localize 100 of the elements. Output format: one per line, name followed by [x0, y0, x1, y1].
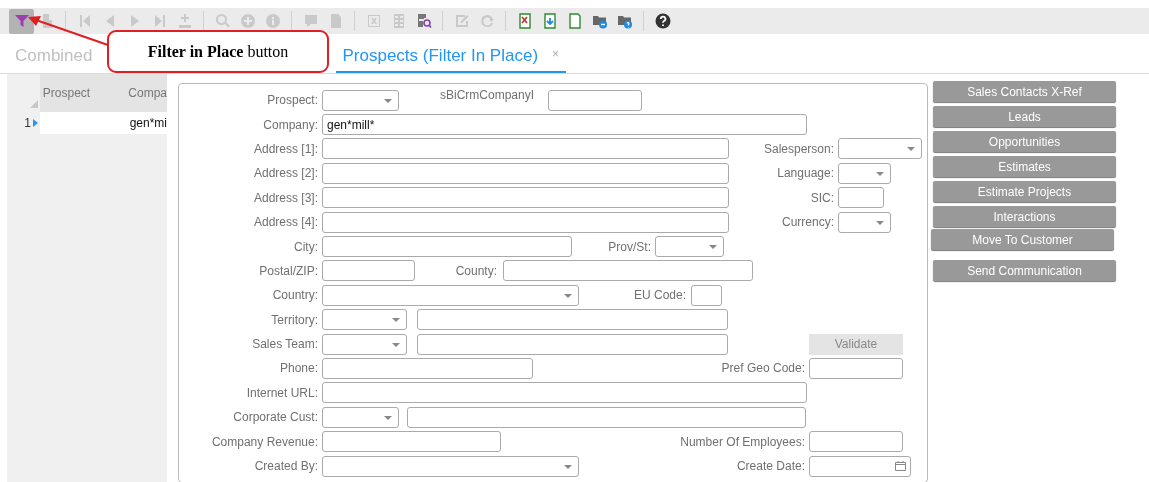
- column-header[interactable]: Prospect: [39, 74, 127, 112]
- input-field[interactable]: [322, 260, 415, 282]
- input-field[interactable]: [838, 187, 884, 209]
- input-field[interactable]: [322, 382, 807, 404]
- field-label: Sales Team:: [251, 337, 319, 352]
- input-field[interactable]: [548, 89, 642, 111]
- help-icon: [654, 13, 671, 29]
- input-field[interactable]: [417, 333, 728, 355]
- caret-icon: [564, 293, 572, 298]
- field-label: Prov/St:: [607, 239, 652, 254]
- insert-icon: [176, 13, 193, 29]
- input-field[interactable]: [417, 309, 728, 331]
- side-button[interactable]: Send Communication: [933, 260, 1116, 281]
- input-field[interactable]: [322, 211, 729, 233]
- input-field[interactable]: [407, 406, 806, 428]
- field-label: Language:: [776, 166, 835, 181]
- side-button[interactable]: Opportunities: [933, 131, 1116, 152]
- callout-text: Filter in Place button: [147, 42, 289, 61]
- caret-icon: [392, 318, 400, 323]
- field-label: Currency:: [781, 215, 835, 230]
- dropdown[interactable]: [838, 162, 891, 184]
- field-label: Internet URL:: [245, 385, 319, 400]
- dropdown[interactable]: [322, 333, 407, 355]
- calendar-icon: [895, 460, 906, 471]
- add-icon: [239, 13, 256, 29]
- field-label: Company:: [262, 117, 319, 132]
- field-label: Address [2]:: [252, 166, 319, 181]
- field-label: Created By:: [253, 459, 319, 474]
- field-label: Postal/ZIP:: [258, 263, 319, 278]
- dropdown[interactable]: [322, 284, 579, 306]
- row-number: 1: [24, 116, 31, 130]
- tab[interactable]: Combined: [8, 46, 100, 73]
- field-label: Salesperson:: [762, 141, 835, 156]
- caret-icon: [876, 171, 884, 176]
- refresh-icon: [478, 13, 495, 29]
- side-button[interactable]: Estimates: [933, 156, 1116, 177]
- input-field[interactable]: [322, 236, 572, 258]
- dropdown[interactable]: [322, 309, 407, 331]
- filter-button[interactable]: [9, 8, 34, 34]
- side-button[interactable]: Sales Contacts X-Ref: [933, 81, 1116, 102]
- input-field[interactable]: [322, 187, 729, 209]
- field-label: Number Of Employees:: [679, 434, 806, 449]
- caret-icon: [384, 98, 392, 103]
- input-field[interactable]: [322, 138, 729, 160]
- caret-icon: [876, 220, 884, 225]
- caret-icon: [907, 147, 915, 152]
- dropdown[interactable]: [322, 406, 399, 428]
- field-label: sBiCrmCompanyI: [440, 88, 536, 103]
- field-label: EU Code:: [632, 288, 687, 303]
- dropdown[interactable]: [655, 236, 724, 258]
- input-field[interactable]: [322, 358, 533, 379]
- field-label: Corporate Cust:: [232, 410, 319, 425]
- dropdown[interactable]: [838, 211, 891, 233]
- doc-down-icon: [541, 13, 558, 29]
- close-icon[interactable]: ×: [552, 47, 560, 61]
- dropdown[interactable]: [838, 138, 922, 160]
- column-header[interactable]: Compa: [126, 74, 167, 112]
- search-icon: [214, 13, 231, 29]
- edit-icon: [453, 13, 470, 29]
- excel-icon: [365, 13, 382, 29]
- folder-help-icon: [616, 13, 633, 29]
- dropdown[interactable]: [322, 455, 579, 477]
- field-label: Territory:: [270, 312, 319, 327]
- input-field[interactable]: [809, 358, 903, 379]
- input-field[interactable]: [322, 162, 729, 184]
- side-button[interactable]: Interactions: [933, 206, 1116, 227]
- note-icon: [302, 13, 319, 29]
- input-field[interactable]: [691, 284, 722, 306]
- field-label: Phone:: [278, 361, 319, 376]
- input-field[interactable]: [503, 260, 753, 282]
- info-icon: [264, 13, 281, 29]
- caret-icon: [709, 245, 717, 250]
- field-label: SIC:: [809, 190, 835, 205]
- doc-x-icon: [516, 13, 533, 29]
- find-doc-icon: [415, 13, 432, 29]
- field-label: City:: [293, 239, 319, 254]
- field-label: Company Revenue:: [210, 434, 319, 449]
- input-field[interactable]: [322, 431, 501, 453]
- date-field[interactable]: [809, 455, 911, 477]
- dropdown[interactable]: [322, 89, 399, 111]
- field-label: Prospect:: [266, 93, 319, 108]
- caret-icon: [392, 342, 400, 347]
- input-field[interactable]: gen*mill*: [322, 114, 807, 136]
- doc-icon: [566, 13, 583, 29]
- input-field[interactable]: [809, 431, 903, 453]
- tab[interactable]: Prospects (Filter In Place) $^{×}$: [335, 46, 567, 73]
- side-button[interactable]: Leads: [933, 106, 1116, 127]
- field-label: Address [4]:: [252, 215, 319, 230]
- field-label: Create Date:: [735, 459, 806, 474]
- field-label: Pref Geo Code:: [720, 361, 806, 376]
- field-label: Country:: [271, 288, 319, 303]
- side-button[interactable]: Move To Customer: [931, 229, 1114, 250]
- caret-icon: [384, 415, 392, 420]
- field-label: Address [1]:: [252, 141, 319, 156]
- field-label: County:: [454, 263, 498, 278]
- field-label: Address [3]:: [252, 190, 319, 205]
- side-button[interactable]: Estimate Projects: [933, 181, 1116, 202]
- caret-icon: [564, 464, 572, 469]
- table-cell: gen*mi: [127, 112, 167, 134]
- filter-icon: [13, 13, 30, 29]
